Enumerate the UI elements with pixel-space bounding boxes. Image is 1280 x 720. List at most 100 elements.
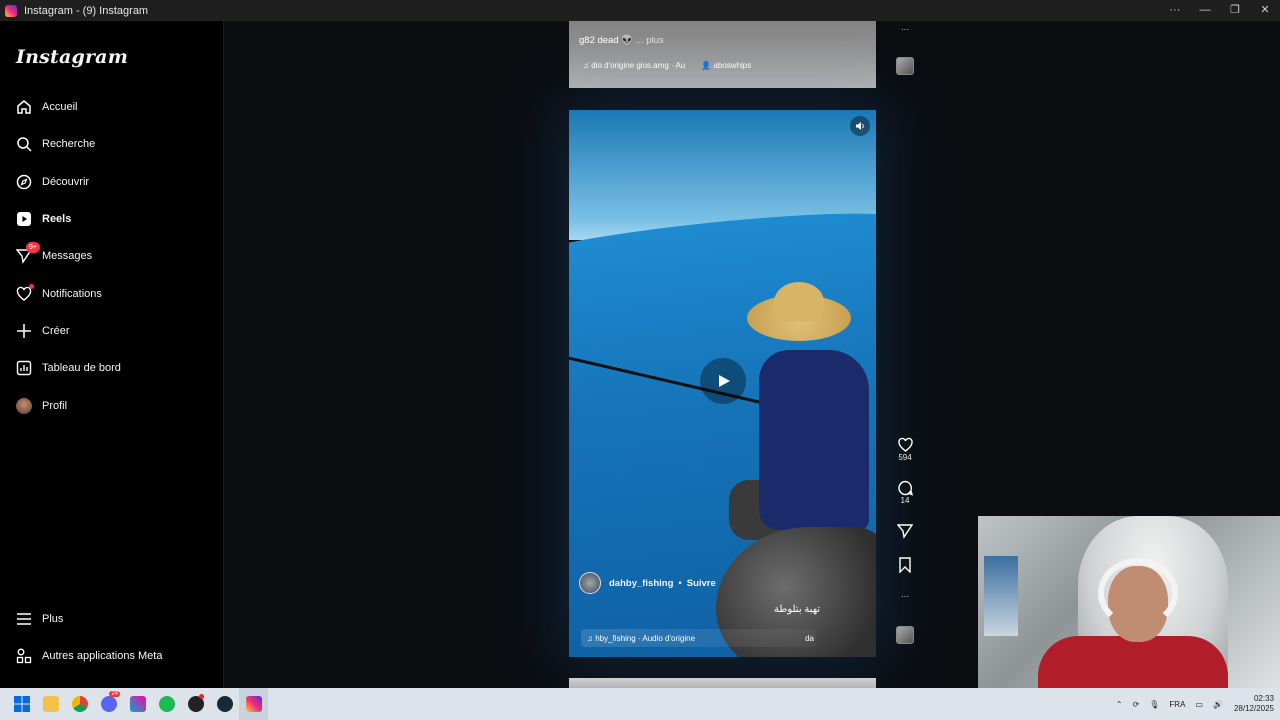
audio-text: hby_fishing · Audio d'origine [595, 633, 696, 643]
sidebar-item-home[interactable]: Accueil [0, 91, 224, 123]
caption-more-link[interactable]: ... plus [636, 35, 664, 46]
sidebar-item-label: Reels [42, 213, 72, 225]
person-shirt [1038, 636, 1228, 688]
share-button[interactable] [896, 523, 914, 539]
reel-audio-bar[interactable]: ♫ hby_fishing · Audio d'origine da [581, 629, 816, 647]
home-icon [16, 99, 32, 115]
capcut-button[interactable] [123, 688, 152, 720]
play-button[interactable] [700, 358, 746, 404]
separator-dot: • [678, 577, 682, 589]
sidebar-item-more[interactable]: Plus [0, 603, 224, 635]
audio-thumbnail[interactable] [896, 626, 914, 644]
sidebar-item-label: Autres applications Meta [42, 650, 163, 662]
audio-text-tail: da [805, 633, 814, 643]
spotify-button[interactable] [152, 688, 181, 720]
previous-reel[interactable]: g82 dead 👽 ... plus ♫ dio d'origine gios… [569, 21, 876, 88]
microphone-icon[interactable]: 🎙 [1149, 700, 1159, 709]
like-button[interactable]: 594 [896, 437, 914, 462]
tagged-user-name: aboswhips [713, 61, 752, 70]
messages-icon: 9+ [16, 242, 40, 264]
audio-label[interactable]: ♫ dio d'origine gios.amg · Au [583, 61, 685, 70]
sidebar-item-messages[interactable]: 9+ Messages [0, 240, 224, 272]
avatar [16, 398, 32, 414]
reel-video[interactable]: dahby_fishing • Suivre تهبة بتلوطة ♫ hby… [569, 110, 876, 657]
compass-icon [16, 174, 32, 190]
menu-icon [16, 611, 32, 627]
sidebar-item-label: Notifications [42, 288, 102, 300]
fisherman-body [759, 350, 869, 530]
language-indicator[interactable]: FRA [1169, 700, 1185, 709]
sidebar-item-label: Recherche [42, 138, 96, 150]
restore-button[interactable]: ❐ [1220, 0, 1250, 21]
prev-more-button[interactable]: ··· [896, 25, 914, 34]
windows-icon [13, 696, 30, 712]
folder-icon [42, 696, 59, 712]
sidebar-item-profile[interactable]: Profil [0, 390, 224, 422]
owner-username[interactable]: dahby_fishing [609, 578, 673, 589]
sidebar-item-label: Plus [42, 613, 64, 625]
sidebar-item-search[interactable]: Recherche [0, 128, 224, 160]
network-icon[interactable]: ▭ [1195, 700, 1203, 709]
sidebar-item-label: Accueil [42, 101, 78, 113]
discord-button[interactable]: 24 [94, 688, 123, 720]
steam-button[interactable] [210, 688, 239, 720]
search-icon [16, 136, 32, 152]
reels-icon [16, 211, 32, 227]
heart-icon [16, 284, 34, 302]
prev-audio-thumbnail[interactable] [896, 57, 914, 75]
speaker-icon [856, 122, 864, 130]
tagged-user[interactable]: 👤 aboswhips [701, 61, 751, 70]
date: 28/12/2025 [1233, 704, 1274, 713]
chevron-up-icon[interactable]: ⌃ [1116, 700, 1123, 709]
instagram-logo[interactable]: Instagram [16, 46, 128, 68]
comment-button[interactable]: 14 [896, 480, 914, 505]
messages-badge: 9+ [26, 242, 40, 253]
spotify-icon [158, 696, 175, 712]
sidebar-item-meta-apps[interactable]: Autres applications Meta [0, 640, 224, 672]
more-options-icon[interactable]: ··· [1160, 0, 1190, 21]
audio-text: dio d'origine gios.amg · Au [591, 61, 686, 70]
instagram-app-icon [5, 4, 17, 17]
time: 02:33 [1253, 694, 1274, 703]
close-button[interactable]: ✕ [1250, 0, 1280, 21]
obs-button[interactable] [181, 688, 210, 720]
x-app-icon [129, 696, 146, 712]
more-button[interactable]: ··· [896, 592, 914, 601]
reel-owner: dahby_fishing • Suivre [579, 572, 716, 594]
recording-dot [199, 694, 204, 699]
owner-avatar[interactable] [579, 572, 601, 594]
headset [1098, 558, 1178, 628]
sidebar-item-label: Messages [42, 250, 93, 262]
meta-apps-icon [16, 648, 32, 664]
save-button[interactable] [896, 557, 914, 573]
start-button[interactable] [7, 688, 36, 720]
system-tray: ⌃ ⟳ 🎙 FRA ▭ 🔊 02:33 28/12/2025 [1111, 688, 1274, 720]
sync-icon[interactable]: ⟳ [1133, 700, 1140, 709]
minimize-button[interactable]: — [1190, 0, 1220, 21]
chrome-button[interactable] [65, 688, 94, 720]
caption-text: g82 dead 👽 [579, 35, 634, 46]
heart-icon [897, 437, 913, 452]
sidebar-item-explore[interactable]: Découvrir [0, 166, 224, 198]
more-icon: ··· [901, 25, 909, 34]
share-icon [897, 524, 913, 539]
follow-button[interactable]: Suivre [687, 578, 716, 589]
sidebar-item-create[interactable]: Créer [0, 315, 224, 347]
reel-audio-bar: ♫ dio d'origine gios.amg · Au 👤 aboswhip… [583, 61, 751, 70]
volume-icon[interactable]: 🔊 [1213, 700, 1223, 709]
play-icon [719, 375, 730, 387]
instagram-taskbar-button[interactable] [239, 688, 268, 720]
sidebar-item-reels[interactable]: Reels [0, 203, 224, 235]
webcam-overlay [978, 516, 1280, 688]
clock[interactable]: 02:33 28/12/2025 [1234, 694, 1274, 714]
sidebar-item-dashboard[interactable]: Tableau de bord [0, 352, 224, 384]
volume-button[interactable] [850, 116, 870, 136]
next-reel[interactable] [569, 678, 876, 688]
file-explorer-button[interactable] [36, 688, 65, 720]
notification-dot [29, 284, 34, 289]
sidebar-item-label: Profil [42, 400, 68, 412]
chrome-icon [71, 696, 88, 712]
sidebar-item-notifications[interactable]: Notifications [0, 278, 224, 310]
window-title: Instagram - (9) Instagram [24, 4, 149, 17]
bookmark-icon [899, 557, 911, 573]
